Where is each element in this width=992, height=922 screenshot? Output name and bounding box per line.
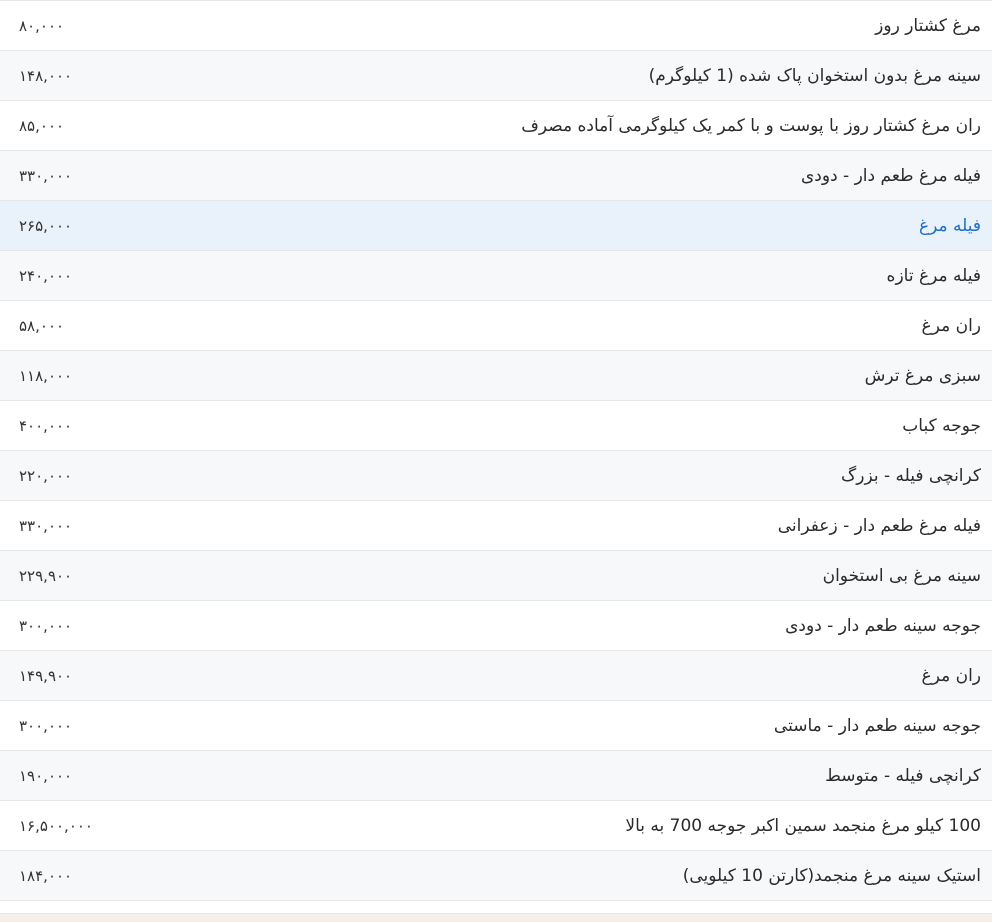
product-price: ۳۳۰,۰۰۰ — [19, 166, 73, 185]
product-price: ۸۵,۰۰۰ — [19, 116, 65, 135]
product-price: ۳۰۰,۰۰۰ — [19, 616, 73, 635]
table-row[interactable]: ران مرغ کشتار روز با پوست و با کمر یک کی… — [0, 101, 992, 151]
product-name[interactable]: فیله مرغ طعم دار - زعفرانی — [778, 516, 992, 536]
table-row[interactable]: کرانچی فیله - بزرگ ۲۲۰,۰۰۰ — [0, 451, 992, 501]
table-row[interactable]: جوجه کباب ۴۰۰,۰۰۰ — [0, 401, 992, 451]
product-price: ۳۰۰,۰۰۰ — [19, 716, 73, 735]
product-price: ۳۳۰,۰۰۰ — [19, 516, 73, 535]
table-row[interactable]: مرغ کشتار روز ۸۰,۰۰۰ — [0, 1, 992, 51]
product-name-link[interactable]: فیله مرغ — [919, 216, 992, 236]
price-table: مرغ کشتار روز ۸۰,۰۰۰ سینه مرغ بدون استخو… — [0, 0, 992, 901]
product-price: ۲۴۰,۰۰۰ — [19, 266, 73, 285]
product-price: ۲۶۵,۰۰۰ — [19, 216, 73, 235]
product-name[interactable]: ران مرغ کشتار روز با پوست و با کمر یک کی… — [521, 116, 992, 136]
product-name[interactable]: 100 کیلو مرغ منجمد سمین اکبر جوجه 700 به… — [625, 816, 992, 836]
product-price: ۱۶,۵۰۰,۰۰۰ — [19, 816, 93, 835]
table-row[interactable]: جوجه سینه طعم دار - ماستی ۳۰۰,۰۰۰ — [0, 701, 992, 751]
table-row[interactable]: ران مرغ ۱۴۹,۹۰۰ — [0, 651, 992, 701]
product-name[interactable]: فیله مرغ طعم دار - دودی — [801, 166, 992, 186]
product-name[interactable]: سینه مرغ بدون استخوان پاک شده (1 کیلوگرم… — [649, 66, 992, 86]
product-name[interactable]: ران مرغ — [922, 316, 992, 336]
product-name[interactable]: سینه مرغ بی استخوان — [823, 566, 992, 586]
product-price: ۱۹۰,۰۰۰ — [19, 766, 73, 785]
table-row[interactable]: فیله مرغ طعم دار - زعفرانی ۳۳۰,۰۰۰ — [0, 501, 992, 551]
product-name[interactable]: استیک سینه مرغ منجمد(کارتن 10 کیلویی) — [683, 866, 992, 886]
table-row[interactable]: فیله مرغ طعم دار - دودی ۳۳۰,۰۰۰ — [0, 151, 992, 201]
product-name[interactable]: جوجه کباب — [902, 416, 992, 436]
product-price: ۱۸۴,۰۰۰ — [19, 866, 73, 885]
product-name[interactable]: ران مرغ — [922, 666, 992, 686]
table-row[interactable]: سبزی مرغ ترش ۱۱۸,۰۰۰ — [0, 351, 992, 401]
product-name[interactable]: جوجه سینه طعم دار - دودی — [785, 616, 992, 636]
product-price: ۵۸,۰۰۰ — [19, 316, 65, 335]
table-row[interactable]: کرانچی فیله - متوسط ۱۹۰,۰۰۰ — [0, 751, 992, 801]
product-price: ۸۰,۰۰۰ — [19, 16, 65, 35]
product-price: ۲۲۰,۰۰۰ — [19, 466, 73, 485]
product-price: ۱۴۹,۹۰۰ — [19, 666, 73, 685]
table-row[interactable]: فیله مرغ تازه ۲۴۰,۰۰۰ — [0, 251, 992, 301]
product-name[interactable]: جوجه سینه طعم دار - ماستی — [774, 716, 992, 736]
product-name[interactable]: سبزی مرغ ترش — [865, 366, 992, 386]
product-name[interactable]: کرانچی فیله - متوسط — [825, 766, 992, 786]
table-row[interactable]: سینه مرغ بدون استخوان پاک شده (1 کیلوگرم… — [0, 51, 992, 101]
table-row[interactable]: سینه مرغ بی استخوان ۲۲۹,۹۰۰ — [0, 551, 992, 601]
product-name[interactable]: مرغ کشتار روز — [875, 16, 992, 36]
table-row[interactable]: 100 کیلو مرغ منجمد سمین اکبر جوجه 700 به… — [0, 801, 992, 851]
table-row[interactable]: استیک سینه مرغ منجمد(کارتن 10 کیلویی) ۱۸… — [0, 851, 992, 901]
product-price: ۱۱۸,۰۰۰ — [19, 366, 73, 385]
product-name[interactable]: فیله مرغ تازه — [887, 266, 992, 286]
product-name[interactable]: کرانچی فیله - بزرگ — [841, 466, 992, 486]
table-row-highlighted[interactable]: فیله مرغ ۲۶۵,۰۰۰ — [0, 201, 992, 251]
product-price: ۴۰۰,۰۰۰ — [19, 416, 73, 435]
product-price: ۲۲۹,۹۰۰ — [19, 566, 73, 585]
product-price: ۱۴۸,۰۰۰ — [19, 66, 73, 85]
table-row[interactable]: ران مرغ ۵۸,۰۰۰ — [0, 301, 992, 351]
table-row[interactable]: جوجه سینه طعم دار - دودی ۳۰۰,۰۰۰ — [0, 601, 992, 651]
